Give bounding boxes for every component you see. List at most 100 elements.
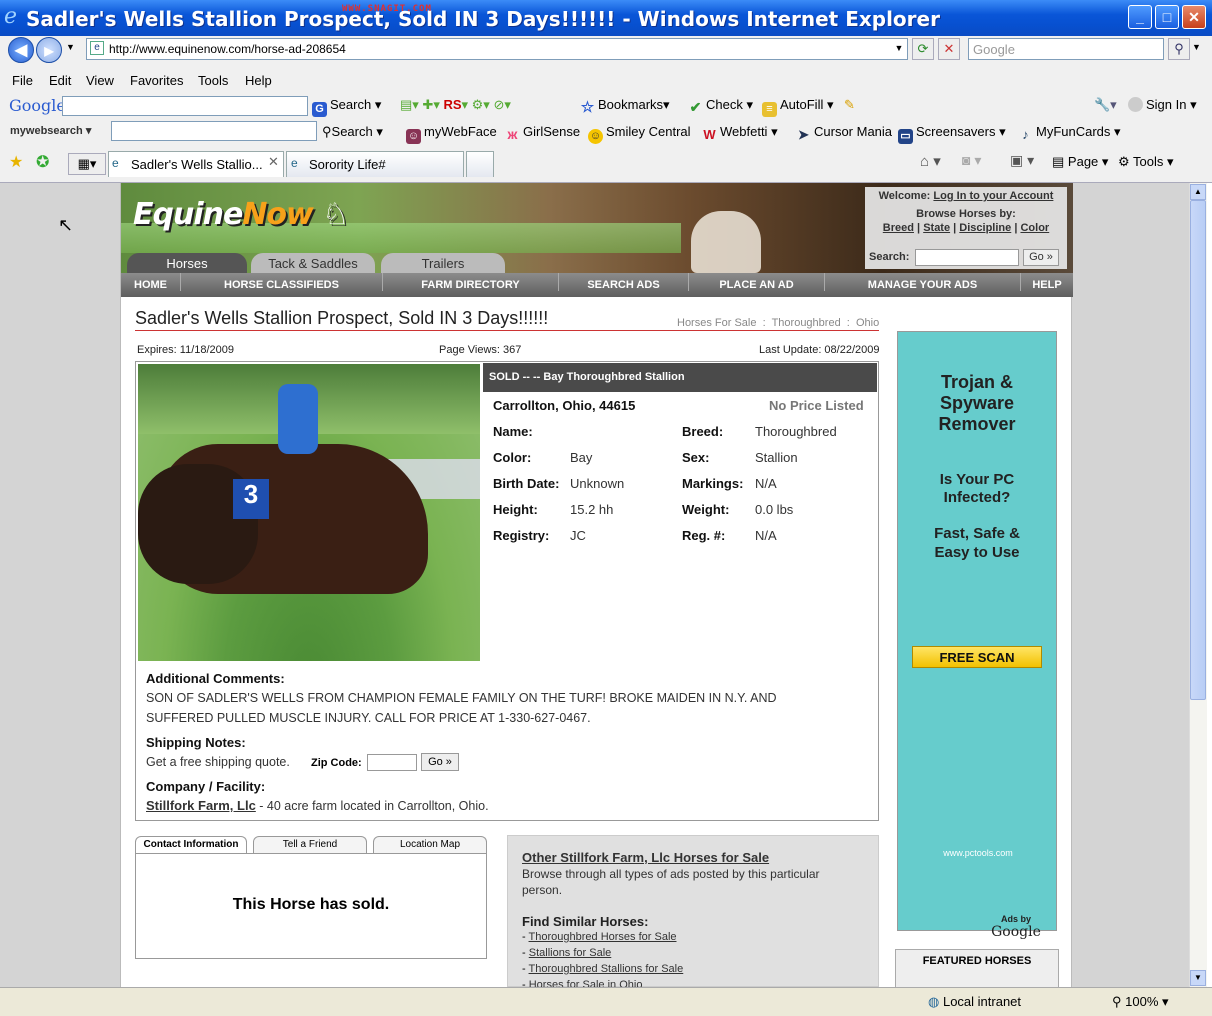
browse-state-link[interactable]: State [923,222,950,234]
user-icon [1128,97,1143,112]
nav-horse-classifieds[interactable]: HORSE CLASSIFIEDS [181,273,383,291]
myfuncards-link[interactable]: ♪ MyFunCards ▾ [1018,124,1120,142]
nav-search-ads[interactable]: SEARCH ADS [559,273,689,291]
browse-discipline-link[interactable]: Discipline [959,222,1011,234]
side-advertisement[interactable]: Trojan & Spyware Remover Is Your PC Infe… [897,331,1058,940]
tab-active[interactable]: Sadler's Wells Stallio... [108,151,284,177]
other-horses-link[interactable]: Other Stillfork Farm, Llc Horses for Sal… [522,850,769,865]
maximize-button[interactable]: □ [1155,5,1179,29]
crumb-state[interactable]: Ohio [856,317,879,329]
google-search-button[interactable]: G Search ▾ [312,97,381,117]
tab-location-map[interactable]: Location Map [373,836,487,853]
sign-in-button[interactable]: Sign In ▾ [1128,97,1197,113]
nav-help[interactable]: HELP [1021,273,1073,291]
google-search-input[interactable] [62,96,308,116]
feeds-icon[interactable]: ◙ ▾ [962,152,981,169]
featured-horses-box: FEATURED HORSES [895,949,1059,987]
quick-tabs-button[interactable]: ▦▾ [68,153,106,175]
tab-trailers[interactable]: Trailers [381,253,505,273]
site-logo[interactable]: EquineNow ♘ [133,197,349,232]
address-input[interactable]: http://www.equinenow.com/horse-ad-208654 [86,38,908,60]
horse-photo[interactable]: 3 [138,364,480,661]
girlsense-link[interactable]: ж GirlSense [505,124,581,142]
scrollbar-thumb[interactable] [1190,200,1206,700]
menu-view[interactable]: View [86,73,114,88]
crumb-breed[interactable]: Thoroughbred [772,317,841,329]
zoom-icon: ⚲ [1112,994,1122,1009]
highlighter-icon[interactable]: ✎ [844,97,855,113]
search-icon[interactable]: ⚲ [1168,38,1190,60]
scroll-up-button[interactable]: ▲ [1190,184,1206,200]
address-dropdown-icon[interactable]: ▼ [888,38,910,60]
company-link[interactable]: Stillfork Farm, Llc [146,798,256,813]
history-dropdown-icon[interactable]: ▼ [66,42,75,52]
nav-manage-your-ads[interactable]: MANAGE YOUR ADS [825,273,1021,291]
bookmarks-button[interactable]: ☆ Bookmarks▾ [580,97,670,115]
similar-link-4[interactable]: - Horses for Sale in Ohio [522,979,642,987]
mywebsearch-input[interactable] [111,121,317,141]
tab-sorority-life[interactable]: Sorority Life# [286,151,464,177]
mywebface-link[interactable]: ☺ myWebFace [406,124,497,144]
menu-edit[interactable]: Edit [49,73,71,88]
close-button[interactable]: ✕ [1182,5,1206,29]
check-button[interactable]: ✔ Check ▾ [688,97,753,115]
menu-file[interactable]: File [12,73,33,88]
page-menu[interactable]: ▤ Page ▾ [1052,154,1108,170]
zip-input[interactable] [367,754,417,771]
minimize-button[interactable]: _ [1128,5,1152,29]
search-box[interactable]: Google [968,38,1164,60]
nav-home[interactable]: HOME [121,273,181,291]
browse-breed-link[interactable]: Breed [883,222,914,234]
favorites-star-icon[interactable]: ★ [9,152,23,172]
similar-link-2[interactable]: - Stallions for Sale [522,947,611,959]
ads-by-google[interactable]: Ads by Google [976,914,1056,940]
scroll-down-button[interactable]: ▼ [1190,970,1206,986]
site-search-input[interactable] [915,249,1019,266]
menu-help[interactable]: Help [245,73,272,88]
mywebsearch-search-button[interactable]: ⚲Search ▾ [322,124,383,140]
menu-favorites[interactable]: Favorites [130,73,183,88]
back-button[interactable]: ◀ [8,37,34,63]
cursor-mania-link[interactable]: ➤ Cursor Mania [796,124,892,142]
screensavers-link[interactable]: ▭ Screensavers ▾ [898,124,1006,144]
breadcrumb: Horses For Sale : Thoroughbred : Ohio [677,317,880,329]
toolbar-icons-group[interactable]: ▤▾ ✚▾ RS▾ ⚙▾ ⊘▾ [400,97,511,113]
sex-value: Stallion [755,450,798,465]
zip-go-button[interactable]: Go » [421,753,459,771]
tab-tack-saddles[interactable]: Tack & Saddles [251,253,375,273]
zoom-control[interactable]: ⚲ 100% ▾ [1112,994,1169,1010]
tab-tell-a-friend[interactable]: Tell a Friend [253,836,367,853]
home-icon[interactable]: ⌂ ▾ [920,152,941,170]
nav-farm-directory[interactable]: FARM DIRECTORY [383,273,559,291]
search-options-icon[interactable]: ▼ [1192,42,1201,52]
ad-url[interactable]: www.pctools.com [898,848,1058,858]
new-tab-button[interactable] [466,151,494,177]
tab-horses[interactable]: Horses [127,253,247,273]
tab-contact-information[interactable]: Contact Information [135,836,247,853]
similar-link-3[interactable]: - Thoroughbred Stallions for Sale [522,963,683,975]
add-favorites-icon[interactable]: ✪ [36,152,49,172]
stop-button[interactable]: ✕ [938,38,960,60]
tools-menu[interactable]: ⚙ Tools ▾ [1118,154,1174,170]
site-search-go-button[interactable]: Go » [1023,249,1059,266]
webfetti-link[interactable]: W Webfetti ▾ [702,124,777,142]
autofill-button[interactable]: ≡ AutoFill ▾ [762,97,834,117]
shipping-text: Get a free shipping quote. [146,755,290,769]
smiley-central-link[interactable]: ☺ Smiley Central [588,124,691,144]
browse-color-link[interactable]: Color [1020,222,1049,234]
menu-tools[interactable]: Tools [198,73,228,88]
refresh-button[interactable]: ⟳ [912,38,934,60]
forward-button[interactable]: ▶ [36,37,62,63]
print-icon[interactable]: ▣ ▾ [1010,152,1034,169]
login-link[interactable]: Log In to your Account [933,190,1053,202]
wrench-icon[interactable]: 🔧▾ [1094,97,1117,113]
crumb-horses[interactable]: Horses For Sale [677,317,756,329]
security-zone[interactable]: ◍ Local intranet [928,994,1021,1010]
free-scan-button[interactable]: FREE SCAN [912,646,1042,668]
nav-place-an-ad[interactable]: PLACE AN AD [689,273,825,291]
similar-link-1[interactable]: - Thoroughbred Horses for Sale [522,931,677,943]
gear-icon: ⚙ [1118,154,1130,169]
tab-close-icon[interactable]: ✕ [268,154,279,170]
autofill-icon: ≡ [762,102,777,117]
color-value: Bay [570,450,593,465]
